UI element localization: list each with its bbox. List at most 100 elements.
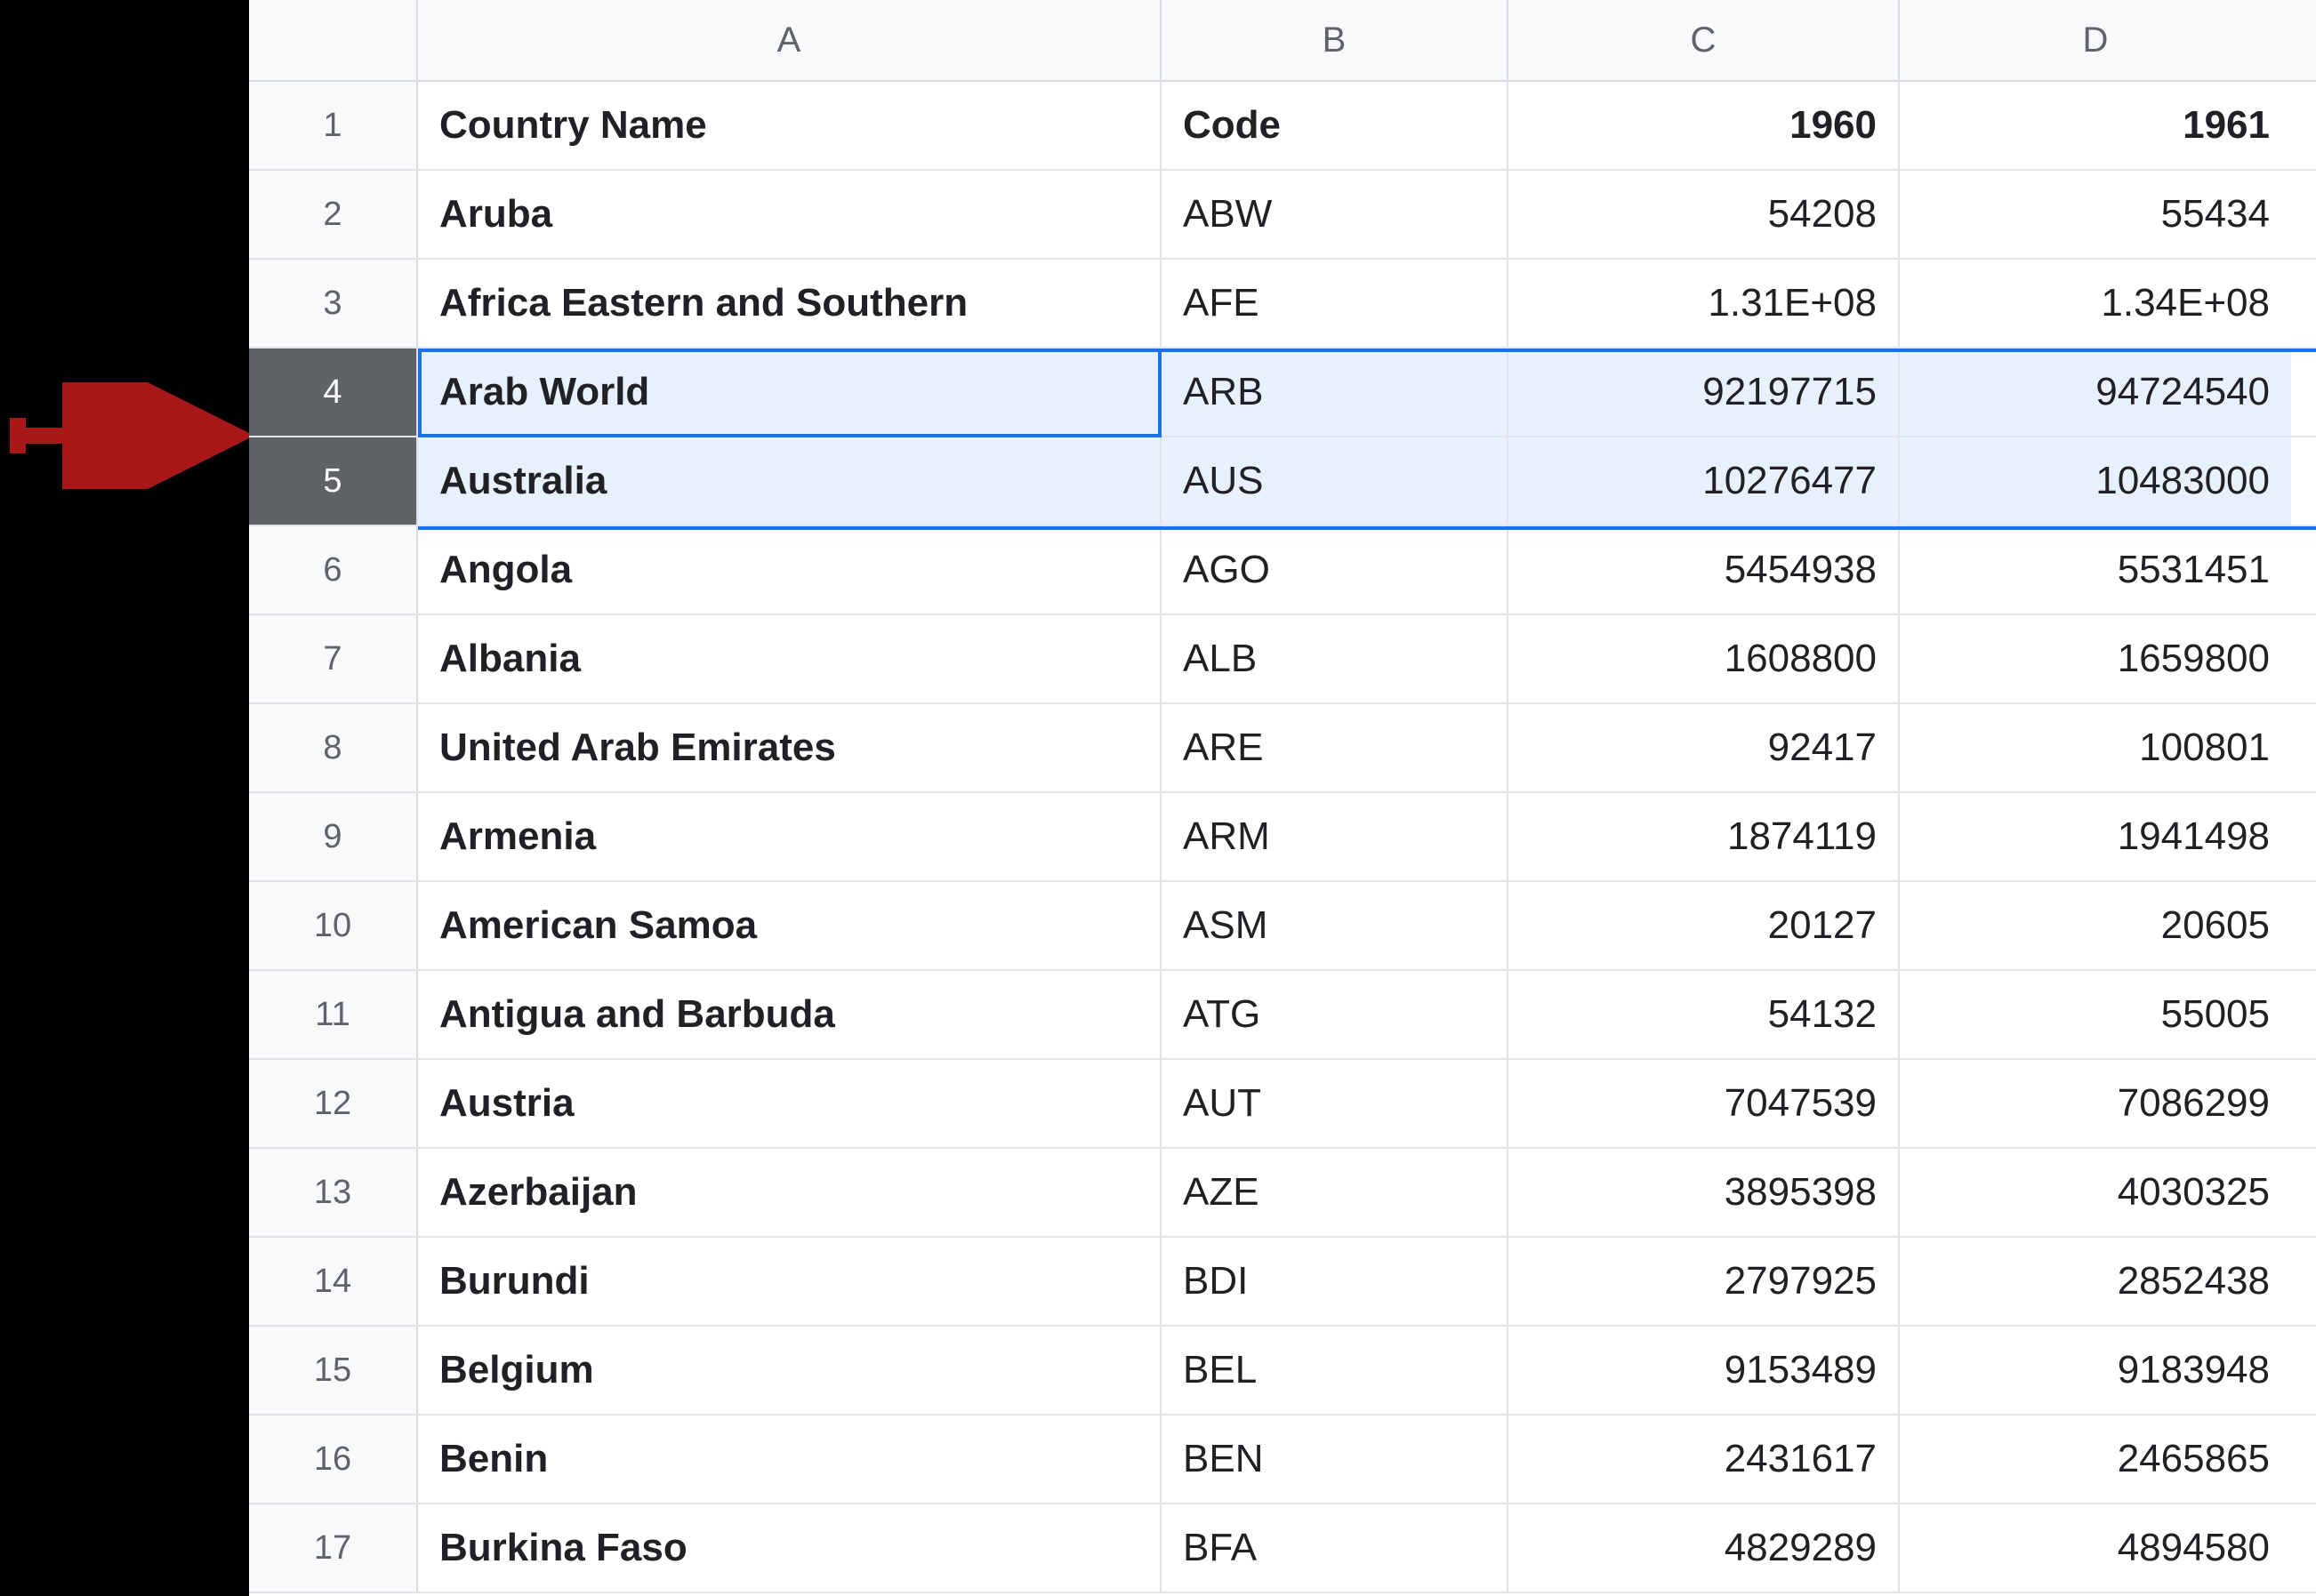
cell-C[interactable]: 3895398 xyxy=(1508,1149,1900,1236)
cell-A[interactable]: United Arab Emirates xyxy=(418,704,1162,791)
cell-D[interactable]: 94724540 xyxy=(1900,349,2291,436)
cell-B[interactable]: AUS xyxy=(1162,437,1508,525)
cell-C[interactable]: 20127 xyxy=(1508,882,1900,969)
cell-C[interactable]: 7047539 xyxy=(1508,1060,1900,1147)
table-row[interactable]: 17Burkina FasoBFA48292894894580 xyxy=(249,1504,2316,1593)
cell-D[interactable]: 1941498 xyxy=(1900,793,2291,880)
cell-A[interactable]: Austria xyxy=(418,1060,1162,1147)
cell-B[interactable]: ARB xyxy=(1162,349,1508,436)
row-header[interactable]: 5 xyxy=(249,437,418,525)
cell-B[interactable]: AZE xyxy=(1162,1149,1508,1236)
cell-D[interactable]: 55434 xyxy=(1900,171,2291,258)
cell-D[interactable]: 55005 xyxy=(1900,971,2291,1058)
cell-D[interactable]: 100801 xyxy=(1900,704,2291,791)
cell-B[interactable]: ALB xyxy=(1162,615,1508,702)
spreadsheet[interactable]: A B C D 1Country NameCode196019612ArubaA… xyxy=(249,0,2316,1596)
cell-C[interactable]: 5454938 xyxy=(1508,526,1900,614)
cell-A[interactable]: Belgium xyxy=(418,1327,1162,1414)
cell-A[interactable]: American Samoa xyxy=(418,882,1162,969)
cell-A[interactable]: Benin xyxy=(418,1416,1162,1503)
table-row[interactable]: 2ArubaABW5420855434 xyxy=(249,171,2316,260)
cell-B[interactable]: ARE xyxy=(1162,704,1508,791)
cell-B[interactable]: BEL xyxy=(1162,1327,1508,1414)
cell-A[interactable]: Angola xyxy=(418,526,1162,614)
column-header-A[interactable]: A xyxy=(418,0,1162,80)
cell-A[interactable]: Arab World xyxy=(418,349,1162,436)
cell-A[interactable]: Africa Eastern and Southern xyxy=(418,260,1162,347)
cell-C[interactable]: 1874119 xyxy=(1508,793,1900,880)
cell-C[interactable]: 4829289 xyxy=(1508,1504,1900,1592)
cell-C[interactable]: 2431617 xyxy=(1508,1416,1900,1503)
row-header[interactable]: 10 xyxy=(249,882,418,969)
cell-D[interactable]: 7086299 xyxy=(1900,1060,2291,1147)
cell-A[interactable]: Azerbaijan xyxy=(418,1149,1162,1236)
table-row[interactable]: 14BurundiBDI27979252852438 xyxy=(249,1238,2316,1327)
cell-C[interactable]: 10276477 xyxy=(1508,437,1900,525)
cell-D[interactable]: 20605 xyxy=(1900,882,2291,969)
cell-C[interactable]: 92417 xyxy=(1508,704,1900,791)
row-header[interactable]: 1 xyxy=(249,82,418,169)
row-header[interactable]: 15 xyxy=(249,1327,418,1414)
cell-D[interactable]: 1659800 xyxy=(1900,615,2291,702)
table-row[interactable]: 9ArmeniaARM18741191941498 xyxy=(249,793,2316,882)
cell-C[interactable]: 1608800 xyxy=(1508,615,1900,702)
row-header[interactable]: 6 xyxy=(249,526,418,614)
row-header[interactable]: 11 xyxy=(249,971,418,1058)
cell-D[interactable]: 1961 xyxy=(1900,82,2291,169)
cell-C[interactable]: 54208 xyxy=(1508,171,1900,258)
cell-C[interactable]: 54132 xyxy=(1508,971,1900,1058)
cell-D[interactable]: 2852438 xyxy=(1900,1238,2291,1325)
cell-B[interactable]: ARM xyxy=(1162,793,1508,880)
row-header[interactable]: 9 xyxy=(249,793,418,880)
cell-A[interactable]: Aruba xyxy=(418,171,1162,258)
column-header-D[interactable]: D xyxy=(1900,0,2291,80)
cell-A[interactable]: Country Name xyxy=(418,82,1162,169)
cell-B[interactable]: AUT xyxy=(1162,1060,1508,1147)
cell-B[interactable]: BEN xyxy=(1162,1416,1508,1503)
cell-A[interactable]: Albania xyxy=(418,615,1162,702)
table-row[interactable]: 7AlbaniaALB16088001659800 xyxy=(249,615,2316,704)
row-header[interactable]: 4 xyxy=(249,349,418,436)
row-header[interactable]: 17 xyxy=(249,1504,418,1592)
cell-C[interactable]: 92197715 xyxy=(1508,349,1900,436)
column-header-C[interactable]: C xyxy=(1508,0,1900,80)
row-header[interactable]: 8 xyxy=(249,704,418,791)
row-header[interactable]: 14 xyxy=(249,1238,418,1325)
cell-D[interactable]: 5531451 xyxy=(1900,526,2291,614)
row-header[interactable]: 7 xyxy=(249,615,418,702)
cell-B[interactable]: ATG xyxy=(1162,971,1508,1058)
cell-D[interactable]: 2465865 xyxy=(1900,1416,2291,1503)
cell-B[interactable]: Code xyxy=(1162,82,1508,169)
cell-B[interactable]: BFA xyxy=(1162,1504,1508,1592)
cell-B[interactable]: BDI xyxy=(1162,1238,1508,1325)
cell-C[interactable]: 9153489 xyxy=(1508,1327,1900,1414)
cell-A[interactable]: Burundi xyxy=(418,1238,1162,1325)
table-row[interactable]: 5AustraliaAUS1027647710483000 xyxy=(249,437,2316,526)
cell-A[interactable]: Armenia xyxy=(418,793,1162,880)
table-row[interactable]: 4Arab WorldARB9219771594724540 xyxy=(249,349,2316,437)
cell-D[interactable]: 10483000 xyxy=(1900,437,2291,525)
table-row[interactable]: 3Africa Eastern and SouthernAFE1.31E+081… xyxy=(249,260,2316,349)
table-row[interactable]: 8United Arab EmiratesARE92417100801 xyxy=(249,704,2316,793)
cell-A[interactable]: Australia xyxy=(418,437,1162,525)
table-row[interactable]: 1Country NameCode19601961 xyxy=(249,82,2316,171)
cell-D[interactable]: 9183948 xyxy=(1900,1327,2291,1414)
row-header[interactable]: 2 xyxy=(249,171,418,258)
table-row[interactable]: 11Antigua and BarbudaATG5413255005 xyxy=(249,971,2316,1060)
cell-B[interactable]: ASM xyxy=(1162,882,1508,969)
table-row[interactable]: 15BelgiumBEL91534899183948 xyxy=(249,1327,2316,1416)
table-row[interactable]: 12AustriaAUT70475397086299 xyxy=(249,1060,2316,1149)
row-header[interactable]: 13 xyxy=(249,1149,418,1236)
cell-C[interactable]: 2797925 xyxy=(1508,1238,1900,1325)
cell-A[interactable]: Antigua and Barbuda xyxy=(418,971,1162,1058)
table-row[interactable]: 6AngolaAGO54549385531451 xyxy=(249,526,2316,615)
cell-D[interactable]: 4894580 xyxy=(1900,1504,2291,1592)
cell-B[interactable]: ABW xyxy=(1162,171,1508,258)
row-header[interactable]: 3 xyxy=(249,260,418,347)
table-row[interactable]: 13AzerbaijanAZE38953984030325 xyxy=(249,1149,2316,1238)
cell-B[interactable]: AFE xyxy=(1162,260,1508,347)
table-row[interactable]: 16BeninBEN24316172465865 xyxy=(249,1416,2316,1504)
table-row[interactable]: 10American SamoaASM2012720605 xyxy=(249,882,2316,971)
row-header[interactable]: 12 xyxy=(249,1060,418,1147)
column-header-B[interactable]: B xyxy=(1162,0,1508,80)
